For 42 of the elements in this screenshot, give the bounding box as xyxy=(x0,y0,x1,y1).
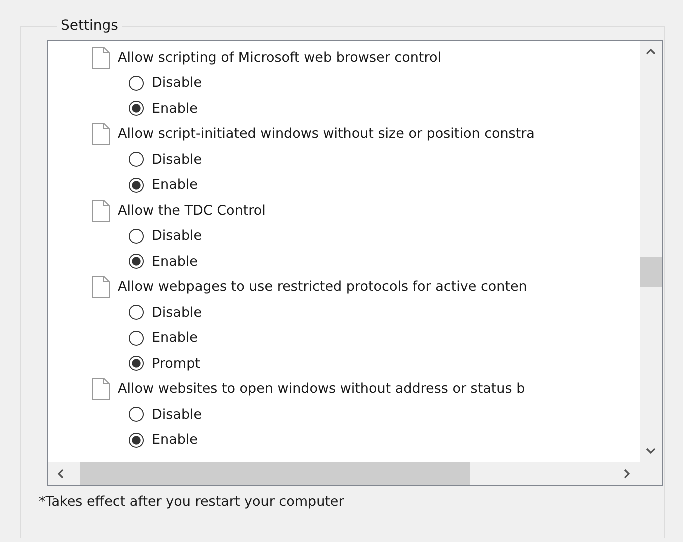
option-label[interactable]: Prompt xyxy=(152,356,200,372)
option-label[interactable]: Disable xyxy=(152,152,202,168)
option-label[interactable]: Enable xyxy=(152,254,198,270)
option-label[interactable]: Enable xyxy=(152,330,198,346)
footnote: *Takes effect after you restart your computer xyxy=(39,494,346,510)
option-label[interactable]: Disable xyxy=(152,75,202,92)
radio-button[interactable] xyxy=(129,305,144,320)
radio-button[interactable] xyxy=(129,101,144,116)
radio-button[interactable] xyxy=(129,432,144,448)
option-label[interactable]: Disable xyxy=(152,406,202,423)
document-icon xyxy=(92,200,110,222)
radio-button[interactable] xyxy=(129,407,144,422)
option-label[interactable]: Enable xyxy=(152,100,198,117)
setting-title: Allow scripting of Microsoft web browser control xyxy=(118,50,442,66)
option-label[interactable]: Disable xyxy=(152,228,202,244)
scroll-up-icon[interactable] xyxy=(646,47,656,57)
radio-button[interactable] xyxy=(129,76,144,91)
horizontal-scrollbar[interactable] xyxy=(48,462,640,485)
document-icon xyxy=(92,46,110,69)
scroll-thumb[interactable] xyxy=(80,462,470,485)
option-label[interactable]: Disable xyxy=(152,304,202,321)
document-icon xyxy=(92,123,110,146)
radio-button[interactable] xyxy=(129,178,144,193)
radio-button[interactable] xyxy=(129,228,144,244)
setting-title: Allow webpages to use restricted protocols for active conten xyxy=(118,279,528,296)
radio-button[interactable] xyxy=(129,330,144,346)
setting-title: Allow websites to open windows without address or status b xyxy=(118,381,526,398)
document-icon xyxy=(92,276,110,298)
option-label[interactable]: Enable xyxy=(152,177,198,194)
setting-title: Allow the TDC Control xyxy=(118,202,266,219)
scroll-left-icon[interactable] xyxy=(56,468,66,478)
setting-title: Allow script-initiated windows without size or position constra xyxy=(118,126,535,142)
scroll-thumb[interactable] xyxy=(640,257,662,287)
radio-button[interactable] xyxy=(129,254,144,270)
group-title: Settings xyxy=(60,18,120,34)
radio-button[interactable] xyxy=(129,152,144,168)
radio-button[interactable] xyxy=(129,356,144,372)
scroll-down-icon[interactable] xyxy=(646,446,656,456)
option-label[interactable]: Enable xyxy=(152,432,198,448)
scroll-right-icon[interactable] xyxy=(622,468,632,478)
vertical-scrollbar[interactable] xyxy=(640,41,662,462)
document-icon xyxy=(92,378,110,400)
